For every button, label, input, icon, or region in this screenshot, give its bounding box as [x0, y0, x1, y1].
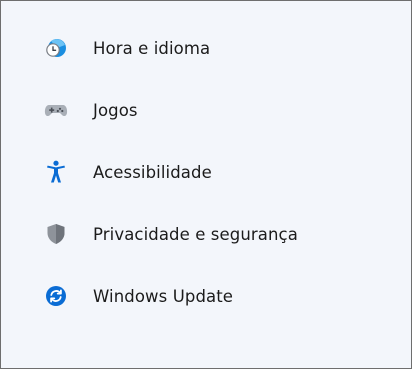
accessibility-person-icon	[44, 160, 68, 184]
clock-globe-icon	[44, 36, 68, 60]
sidebar-item-windows-update[interactable]: Windows Update	[1, 265, 411, 327]
settings-sidebar-panel: Hora e idioma Jogos Acessibilidade Priva…	[0, 0, 412, 369]
sidebar-item-label: Windows Update	[93, 286, 234, 306]
gamepad-icon	[44, 98, 68, 122]
sidebar-item-label: Privacidade e segurança	[93, 224, 298, 244]
sidebar-item-time-language[interactable]: Hora e idioma	[1, 17, 411, 79]
sidebar-item-label: Acessibilidade	[93, 162, 212, 182]
sidebar-item-gaming[interactable]: Jogos	[1, 79, 411, 141]
sidebar-item-label: Jogos	[93, 100, 138, 120]
sync-arrows-icon	[44, 284, 68, 308]
sidebar-item-accessibility[interactable]: Acessibilidade	[1, 141, 411, 203]
sidebar-item-privacy-security[interactable]: Privacidade e segurança	[1, 203, 411, 265]
sidebar-item-label: Hora e idioma	[93, 38, 211, 58]
sidebar-nav-list: Hora e idioma Jogos Acessibilidade Priva…	[1, 17, 411, 327]
shield-icon	[44, 222, 68, 246]
